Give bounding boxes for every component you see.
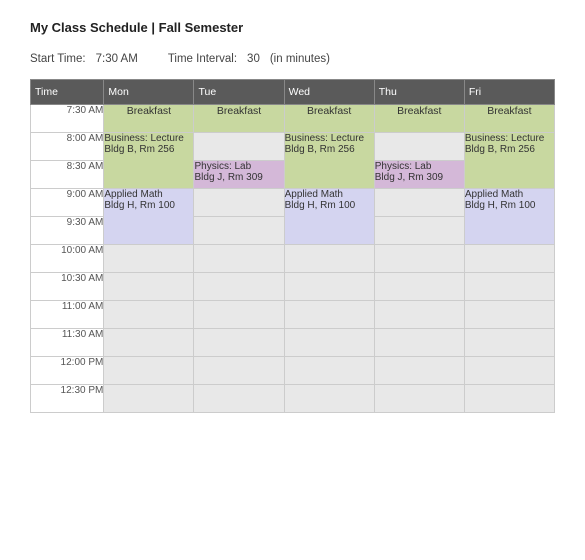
cell-thu-1200 — [374, 357, 464, 385]
cell-wed-730: Breakfast — [284, 105, 374, 133]
cell-mon-800: Business: LectureBldg B, Rm 256 — [104, 133, 194, 189]
header-time: Time — [31, 80, 104, 105]
time-800: 8:00 AM — [31, 133, 104, 161]
cell-tue-730: Breakfast — [194, 105, 284, 133]
time-830: 8:30 AM — [31, 161, 104, 189]
table-header-row: Time Mon Tue Wed Thu Fri — [31, 80, 555, 105]
cell-fri-1100 — [464, 301, 554, 329]
cell-thu-730: Breakfast — [374, 105, 464, 133]
cell-wed-1230 — [284, 385, 374, 413]
cell-mon-1130 — [104, 329, 194, 357]
cell-mon-1000 — [104, 245, 194, 273]
cell-mon-1100 — [104, 301, 194, 329]
table-row: 12:30 PM — [31, 385, 555, 413]
cell-tue-900 — [194, 189, 284, 217]
header-wed: Wed — [284, 80, 374, 105]
header-thu: Thu — [374, 80, 464, 105]
cell-thu-1230 — [374, 385, 464, 413]
time-930: 9:30 AM — [31, 217, 104, 245]
time-730: 7:30 AM — [31, 105, 104, 133]
meta-row: Start Time: 7:30 AM Time Interval: 30 (i… — [30, 53, 555, 65]
header-tue: Tue — [194, 80, 284, 105]
cell-fri-730: Breakfast — [464, 105, 554, 133]
table-row: 11:30 AM — [31, 329, 555, 357]
cell-tue-830: Physics: LabBldg J, Rm 309 — [194, 161, 284, 189]
cell-wed-1000 — [284, 245, 374, 273]
cell-wed-1130 — [284, 329, 374, 357]
cell-wed-900: Applied MathBldg H, Rm 100 — [284, 189, 374, 245]
header-fri: Fri — [464, 80, 554, 105]
cell-wed-1200 — [284, 357, 374, 385]
time-1100: 11:00 AM — [31, 301, 104, 329]
cell-thu-1030 — [374, 273, 464, 301]
time-1000: 10:00 AM — [31, 245, 104, 273]
time-1200: 12:00 PM — [31, 357, 104, 385]
table-row: 11:00 AM — [31, 301, 555, 329]
cell-tue-1230 — [194, 385, 284, 413]
cell-thu-930 — [374, 217, 464, 245]
cell-tue-1200 — [194, 357, 284, 385]
cell-thu-830: Physics: LabBldg J, Rm 309 — [374, 161, 464, 189]
time-1130: 11:30 AM — [31, 329, 104, 357]
cell-fri-1230 — [464, 385, 554, 413]
cell-thu-1130 — [374, 329, 464, 357]
cell-thu-900 — [374, 189, 464, 217]
cell-mon-900: Applied MathBldg H, Rm 100 — [104, 189, 194, 245]
cell-fri-1030 — [464, 273, 554, 301]
cell-tue-930 — [194, 217, 284, 245]
cell-fri-1130 — [464, 329, 554, 357]
start-time-label: Start Time: — [30, 53, 86, 65]
cell-tue-1130 — [194, 329, 284, 357]
cell-mon-1030 — [104, 273, 194, 301]
cell-tue-1030 — [194, 273, 284, 301]
cell-mon-730: Breakfast — [104, 105, 194, 133]
interval-unit: (in minutes) — [270, 53, 330, 65]
cell-thu-1000 — [374, 245, 464, 273]
interval-label: Time Interval: — [168, 53, 237, 65]
page-title: My Class Schedule | Fall Semester — [30, 20, 555, 35]
table-row: 9:00 AM Applied MathBldg H, Rm 100 Appli… — [31, 189, 555, 217]
cell-mon-1230 — [104, 385, 194, 413]
start-time-value: 7:30 AM — [96, 53, 138, 65]
cell-wed-1030 — [284, 273, 374, 301]
cell-tue-800 — [194, 133, 284, 161]
cell-tue-1000 — [194, 245, 284, 273]
interval-value: 30 — [247, 53, 260, 65]
cell-thu-1100 — [374, 301, 464, 329]
cell-fri-900: Applied MathBldg H, Rm 100 — [464, 189, 554, 245]
cell-wed-1100 — [284, 301, 374, 329]
table-row: 10:30 AM — [31, 273, 555, 301]
schedule-table: Time Mon Tue Wed Thu Fri 7:30 AM Breakfa… — [30, 79, 555, 413]
table-row: 7:30 AM Breakfast Breakfast Breakfast Br… — [31, 105, 555, 133]
table-row: 12:00 PM — [31, 357, 555, 385]
header-mon: Mon — [104, 80, 194, 105]
cell-wed-800: Business: LectureBldg B, Rm 256 — [284, 133, 374, 189]
cell-thu-800 — [374, 133, 464, 161]
cell-tue-1100 — [194, 301, 284, 329]
cell-mon-1200 — [104, 357, 194, 385]
cell-fri-1000 — [464, 245, 554, 273]
cell-fri-800: Business: LectureBldg B, Rm 256 — [464, 133, 554, 189]
table-row: 8:00 AM Business: LectureBldg B, Rm 256 … — [31, 133, 555, 161]
time-900: 9:00 AM — [31, 189, 104, 217]
time-1230: 12:30 PM — [31, 385, 104, 413]
cell-fri-1200 — [464, 357, 554, 385]
time-1030: 10:30 AM — [31, 273, 104, 301]
table-row: 10:00 AM — [31, 245, 555, 273]
